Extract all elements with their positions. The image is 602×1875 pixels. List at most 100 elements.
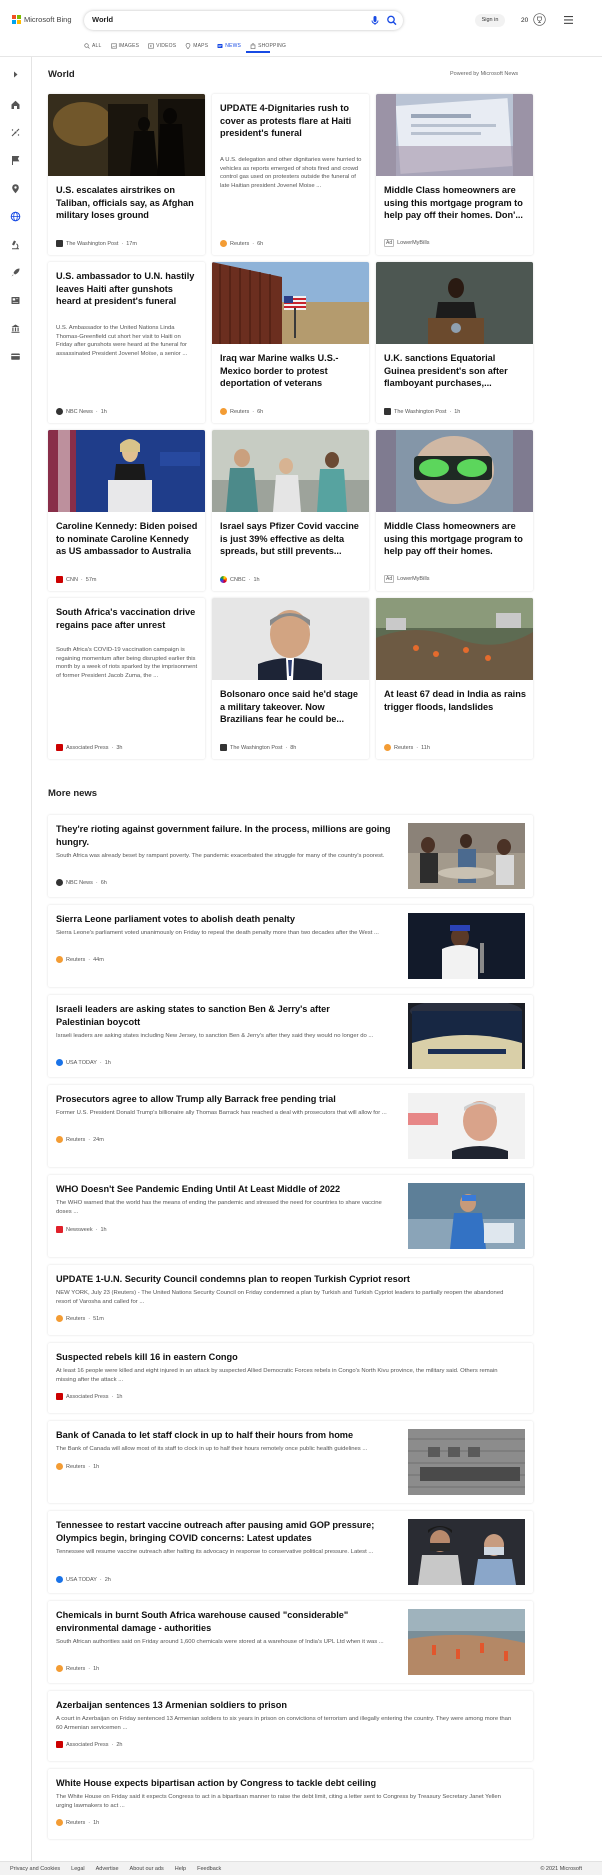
card-title[interactable]: At least 67 dead in India as rains trigg… [384, 688, 526, 713]
flag-icon[interactable] [10, 155, 21, 166]
footer-link-about-ads[interactable]: About our ads [130, 1866, 164, 1872]
footer-link-advertise[interactable]: Advertise [96, 1866, 119, 1872]
card-title[interactable]: U.S. escalates airstrikes on Taliban, of… [56, 184, 198, 222]
sign-in-button[interactable]: Sign in [475, 14, 505, 27]
footer-link-feedback[interactable]: Feedback [197, 1866, 221, 1872]
tab-videos[interactable]: VIDEOS [148, 40, 176, 52]
search-box[interactable]: World [84, 11, 403, 30]
source-logo-icon [384, 408, 391, 415]
news-list-item[interactable]: Sierra Leone parliament votes to abolish… [48, 905, 533, 987]
time-ago: 3h [116, 744, 123, 751]
card-title[interactable]: South Africa's vaccination drive regains… [56, 606, 198, 631]
microphone-icon[interactable] [369, 14, 381, 27]
footer-link-help[interactable]: Help [175, 1866, 186, 1872]
footer-link-privacy[interactable]: Privacy and Cookies [10, 1866, 60, 1872]
card-meta: The Washington Post · 8h [220, 744, 296, 751]
news-card[interactable]: U.K. sanctions Equatorial Guinea preside… [376, 262, 533, 423]
news-card[interactable]: U.S. escalates airstrikes on Taliban, of… [48, 94, 205, 255]
newspaper-icon[interactable] [10, 295, 21, 306]
discover-icon[interactable] [10, 127, 21, 138]
tab-all[interactable]: ALL [84, 40, 102, 52]
item-title[interactable]: UPDATE 1-U.N. Security Council condemns … [56, 1273, 516, 1286]
item-title[interactable]: Suspected rebels kill 16 in eastern Cong… [56, 1351, 516, 1364]
footer-links: Privacy and Cookies Legal Advertise Abou… [10, 1866, 221, 1872]
rocket-icon[interactable] [10, 267, 21, 278]
source-logo-icon [56, 1315, 63, 1322]
news-card[interactable]: Bolsonaro once said he'd stage a militar… [212, 598, 369, 759]
card-title[interactable]: Caroline Kennedy: Biden poised to nomina… [56, 520, 198, 558]
news-list-item[interactable]: They're rioting against government failu… [48, 815, 533, 897]
news-list-item[interactable]: Israeli leaders are asking states to san… [48, 995, 533, 1077]
card-title[interactable]: Middle Class homeowners are using this m… [384, 184, 526, 222]
news-image-vaccination-clinic [212, 430, 369, 512]
source-name: Reuters [66, 1819, 86, 1826]
microscope-icon[interactable] [10, 239, 21, 250]
card-title[interactable]: UPDATE 4-Dignitaries rush to cover as pr… [220, 102, 362, 140]
item-title[interactable]: Chemicals in burnt South Africa warehous… [56, 1609, 386, 1635]
card-snippet: A U.S. delegation and other dignitaries … [220, 157, 362, 189]
source-logo-icon [220, 744, 227, 751]
news-list-item[interactable]: UPDATE 1-U.N. Security Council condemns … [48, 1265, 533, 1335]
item-title[interactable]: They're rioting against government failu… [56, 823, 396, 849]
globe-icon[interactable] [10, 211, 21, 222]
finance-icon[interactable] [10, 323, 21, 334]
rewards-trophy-icon[interactable] [533, 13, 546, 26]
source-name: LowerMyBills [397, 576, 430, 582]
news-list-item[interactable]: Suspected rebels kill 16 in eastern Cong… [48, 1343, 533, 1413]
news-card[interactable]: Israel says Pfizer Covid vaccine is just… [212, 430, 369, 591]
news-list-item[interactable]: Bank of Canada to let staff clock in up … [48, 1421, 533, 1503]
home-icon[interactable] [10, 99, 21, 110]
card-title[interactable]: Israel says Pfizer Covid vaccine is just… [220, 520, 362, 558]
item-meta: Reuters · 1h [56, 1463, 99, 1470]
tab-maps[interactable]: MAPS [185, 40, 208, 52]
item-meta: Newsweek · 1h [56, 1226, 107, 1233]
search-icon[interactable] [386, 14, 398, 27]
news-list-item[interactable]: White House expects bipartisan action by… [48, 1769, 533, 1839]
news-card[interactable]: U.S. ambassador to U.N. hastily leaves H… [48, 262, 205, 423]
location-pin-icon[interactable] [10, 183, 21, 194]
item-title[interactable]: Prosecutors agree to allow Trump ally Ba… [56, 1093, 396, 1106]
item-title[interactable]: Tennessee to restart vaccine outreach af… [56, 1519, 386, 1545]
item-title[interactable]: WHO Doesn't See Pandemic Ending Until At… [56, 1183, 396, 1196]
expand-arrow-icon[interactable] [10, 69, 21, 80]
item-title[interactable]: Bank of Canada to let staff clock in up … [56, 1429, 396, 1442]
tab-images[interactable]: IMAGES [110, 40, 140, 52]
source-name: CNBC [230, 576, 246, 583]
news-card[interactable]: Caroline Kennedy: Biden poised to nomina… [48, 430, 205, 591]
hamburger-menu-icon[interactable] [564, 16, 573, 24]
news-card[interactable]: Iraq war Marine walks U.S.-Mexico border… [212, 262, 369, 423]
ad-card[interactable]: Middle Class homeowners are using this m… [376, 94, 533, 255]
card-meta: Associated Press · 3h [56, 744, 122, 751]
news-list-item[interactable]: Azerbaijan sentences 13 Armenian soldier… [48, 1691, 533, 1761]
card-title[interactable]: Middle Class homeowners are using this m… [384, 520, 526, 558]
bing-logo[interactable]: Microsoft Bing [12, 15, 72, 24]
search-input[interactable]: World [92, 15, 113, 24]
item-snippet: A court in Azerbaijan on Friday sentence… [56, 1716, 512, 1731]
time-ago: 2h [104, 1576, 111, 1583]
news-card[interactable]: UPDATE 4-Dignitaries rush to cover as pr… [212, 94, 369, 255]
nbc-peacock-icon [56, 879, 63, 886]
news-card[interactable]: South Africa's vaccination drive regains… [48, 598, 205, 759]
ad-card[interactable]: Middle Class homeowners are using this m… [376, 430, 533, 591]
source-name: USA TODAY [66, 1576, 97, 1583]
card-meta: CNN · 57m [56, 576, 96, 583]
news-list-item[interactable]: Chemicals in burnt South Africa warehous… [48, 1601, 533, 1683]
item-snippet: NEW YORK, July 23 (Reuters) - The United… [56, 1290, 504, 1305]
news-list-item[interactable]: Prosecutors agree to allow Trump ally Ba… [48, 1085, 533, 1167]
card-title[interactable]: Bolsonaro once said he'd stage a militar… [220, 688, 362, 726]
news-list-item[interactable]: WHO Doesn't See Pandemic Ending Until At… [48, 1175, 533, 1257]
wallet-icon[interactable] [10, 351, 21, 362]
news-card[interactable]: At least 67 dead in India as rains trigg… [376, 598, 533, 759]
item-title[interactable]: White House expects bipartisan action by… [56, 1777, 516, 1790]
footer-link-legal[interactable]: Legal [71, 1866, 84, 1872]
card-title[interactable]: U.K. sanctions Equatorial Guinea preside… [384, 352, 526, 390]
rewards-count[interactable]: 20 [521, 17, 528, 24]
item-title[interactable]: Azerbaijan sentences 13 Armenian soldier… [56, 1699, 516, 1712]
card-title[interactable]: Iraq war Marine walks U.S.-Mexico border… [220, 352, 362, 390]
card-title[interactable]: U.S. ambassador to U.N. hastily leaves H… [56, 270, 198, 308]
news-list-item[interactable]: Tennessee to restart vaccine outreach af… [48, 1511, 533, 1593]
tab-news[interactable]: NEWS [217, 40, 241, 52]
item-title[interactable]: Sierra Leone parliament votes to abolish… [56, 913, 396, 926]
thumb-image-people-eating [408, 823, 525, 889]
item-title[interactable]: Israeli leaders are asking states to san… [56, 1003, 376, 1029]
